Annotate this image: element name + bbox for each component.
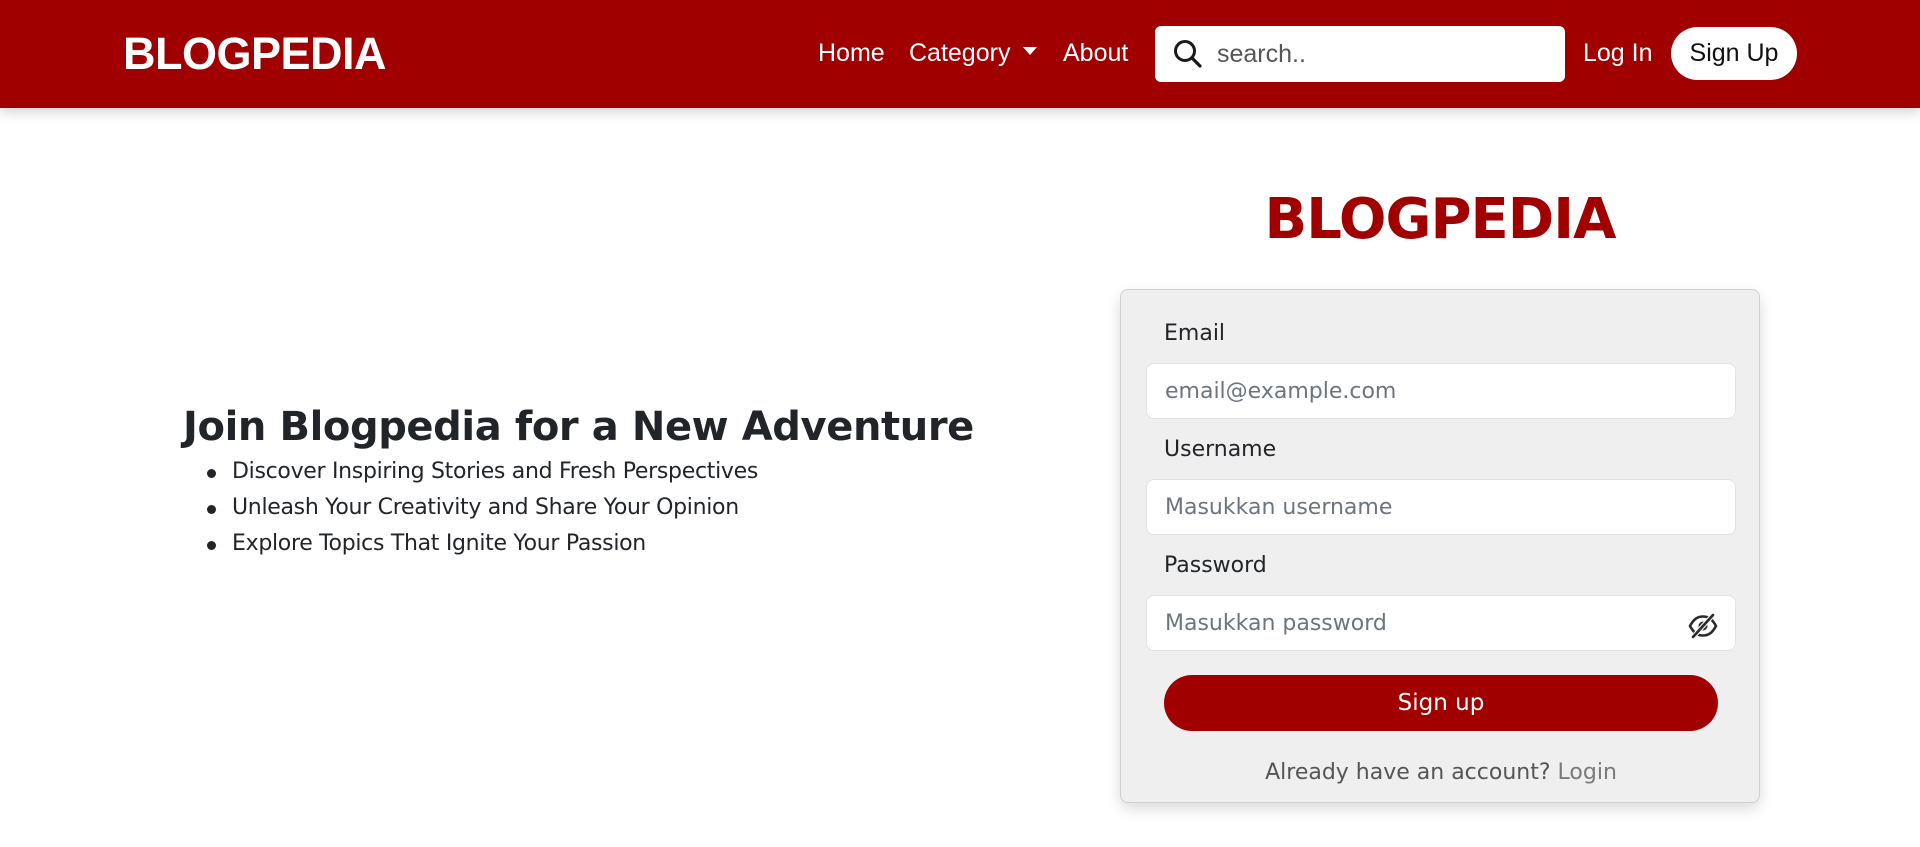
top-navbar: BLOGPEDIA Home Category About Log In Sig… — [0, 0, 1920, 108]
username-field[interactable] — [1146, 479, 1736, 535]
search-input[interactable] — [1217, 34, 1547, 74]
signup-form: Email Username Password Sign up Already … — [1120, 289, 1760, 803]
eye-slash-icon[interactable] — [1688, 613, 1718, 639]
nav-link-about[interactable]: About — [1063, 38, 1128, 68]
search-box — [1155, 26, 1565, 82]
hero-feature-list: Discover Inspiring Stories and Fresh Per… — [207, 454, 758, 562]
form-logo: BLOGPEDIA — [1264, 187, 1617, 252]
password-field[interactable] — [1146, 595, 1736, 651]
search-icon[interactable] — [1171, 37, 1205, 71]
hero-title: Join Blogpedia for a New Adventure — [183, 404, 974, 450]
account-prompt-text: Already have an account? — [1265, 760, 1551, 785]
brand-logo[interactable]: BLOGPEDIA — [123, 28, 387, 80]
email-label: Email — [1164, 321, 1226, 346]
password-label: Password — [1164, 553, 1267, 578]
hero-feature-item: Unleash Your Creativity and Share Your O… — [207, 490, 758, 526]
form-login-link[interactable]: Login — [1558, 760, 1617, 785]
account-prompt: Already have an account? Login — [1121, 758, 1761, 788]
nav-link-home[interactable]: Home — [818, 38, 885, 68]
nav-dropdown-category[interactable]: Category — [909, 38, 1038, 68]
username-label: Username — [1164, 437, 1277, 462]
email-field[interactable] — [1146, 363, 1736, 419]
hero-feature-item: Discover Inspiring Stories and Fresh Per… — [207, 454, 758, 490]
signup-submit-button[interactable]: Sign up — [1164, 675, 1718, 731]
hero-feature-item: Explore Topics That Ignite Your Passion — [207, 526, 758, 562]
signup-button[interactable]: Sign Up — [1671, 27, 1797, 80]
nav-category-label: Category — [909, 39, 1011, 67]
caret-down-icon — [1023, 47, 1038, 56]
login-link[interactable]: Log In — [1583, 38, 1653, 68]
